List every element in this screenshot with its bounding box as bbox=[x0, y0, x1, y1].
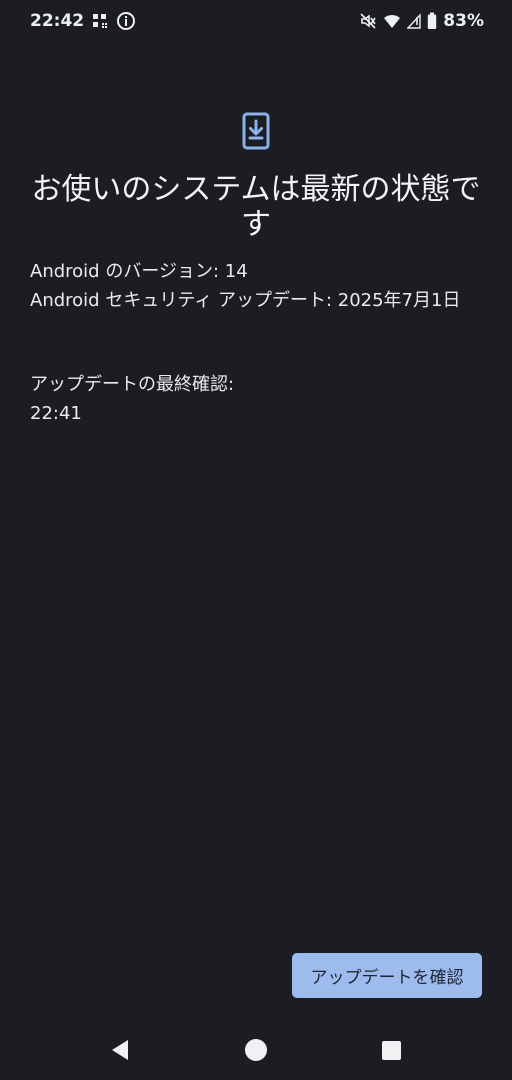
battery-percentage: 83% bbox=[443, 11, 484, 31]
navigation-bar bbox=[0, 1020, 512, 1080]
android-version-text: Android のバージョン: 14 bbox=[30, 261, 248, 282]
status-left: 22:42 bbox=[30, 11, 136, 31]
check-for-updates-button[interactable]: アップデートを確認 bbox=[292, 953, 482, 998]
last-check-info: アップデートの最終確認: 22:41 bbox=[30, 370, 482, 428]
security-update-text: Android セキュリティ アップデート: 2025年7月1日 bbox=[30, 290, 461, 311]
last-check-time: 22:41 bbox=[30, 403, 82, 424]
version-info: Android のバージョン: 14 Android セキュリティ アップデート… bbox=[30, 257, 482, 315]
battery-icon bbox=[427, 12, 437, 30]
recents-icon[interactable] bbox=[382, 1041, 401, 1060]
last-check-label: アップデートの最終確認: bbox=[30, 374, 235, 395]
home-icon[interactable] bbox=[245, 1039, 267, 1061]
status-right: 83% bbox=[359, 11, 484, 31]
status-time: 22:42 bbox=[30, 11, 85, 31]
page-title: お使いのシステムは最新の状態です bbox=[31, 172, 481, 242]
signal-icon bbox=[407, 13, 421, 29]
status-bar: 22:42 83% bbox=[0, 0, 512, 42]
qr-grid-icon bbox=[92, 13, 108, 29]
info-icon bbox=[116, 11, 136, 31]
mute-icon bbox=[359, 12, 377, 30]
phone-download-icon bbox=[241, 111, 271, 151]
back-icon[interactable] bbox=[107, 1037, 133, 1063]
wifi-icon bbox=[383, 13, 401, 29]
